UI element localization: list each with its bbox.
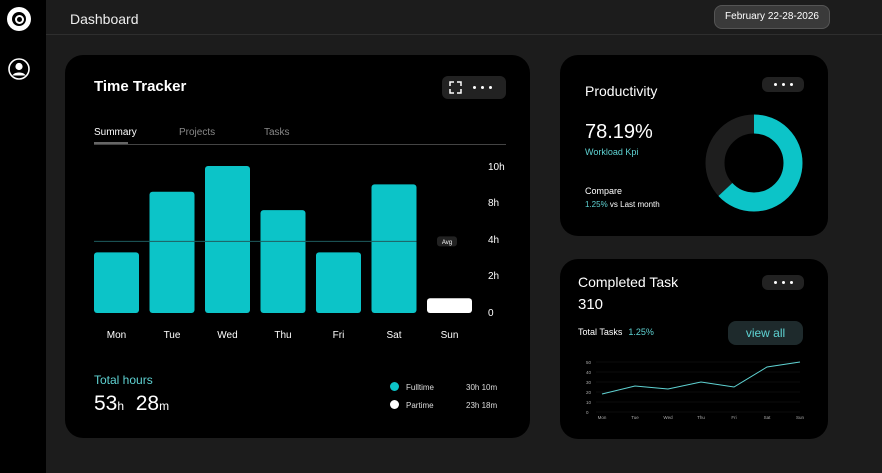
bar[interactable] xyxy=(205,166,250,313)
x-tick-label: Mon xyxy=(107,330,126,341)
total-hours-m: 28 xyxy=(135,392,160,415)
total-tasks-line: Total Tasks 1.25% xyxy=(578,327,654,337)
view-all-button[interactable]: view all xyxy=(728,321,803,345)
line-y-tick: 20 xyxy=(586,390,592,395)
completed-task-title: Completed Task xyxy=(578,274,679,290)
bar[interactable] xyxy=(149,191,195,313)
date-range-button[interactable]: February 22-28-2026 xyxy=(714,5,830,29)
y-tick-label: 0 xyxy=(488,308,494,319)
line-y-tick: 0 xyxy=(586,410,589,415)
y-tick-label: 4h xyxy=(488,235,499,246)
time-bar-chart: 10h 8h 4h 2h 0 Mon Tue Wed Thu Fri Sat Sun Avg xyxy=(94,162,505,341)
y-tick-label: 2h xyxy=(488,271,499,282)
bar[interactable] xyxy=(371,184,417,313)
top-bar: Dashboard February 22-28-2026 xyxy=(46,0,882,35)
line-x-tick: Thu xyxy=(697,415,705,420)
compare-suffix: vs Last month xyxy=(607,200,660,209)
productivity-title: Productivity xyxy=(585,83,658,99)
total-hours-label: Total hours xyxy=(94,373,153,387)
y-tick-label: 8h xyxy=(488,198,499,209)
compare-label: Compare xyxy=(585,186,623,196)
x-tick-label: Tue xyxy=(164,330,181,341)
line-y-tick: 50 xyxy=(586,360,592,365)
bar[interactable] xyxy=(94,252,139,313)
line-x-tick: Sat xyxy=(764,415,772,420)
productivity-donut-chart xyxy=(705,114,803,212)
line-x-tick: Wed xyxy=(663,415,673,420)
more-options-icon[interactable] xyxy=(762,77,804,92)
total-hours-m-unit: m xyxy=(159,399,170,413)
average-label: Avg xyxy=(442,240,452,246)
total-hours-value: 53h 28m xyxy=(94,392,169,416)
total-tasks-change: 1.25% xyxy=(628,327,654,337)
line-y-tick: 10 xyxy=(586,400,592,405)
completed-task-line xyxy=(601,361,801,395)
sidebar xyxy=(0,0,46,473)
legend-label-fulltime: Fulltime xyxy=(406,383,435,392)
line-y-tick: 40 xyxy=(586,370,592,375)
x-tick-label: Thu xyxy=(274,330,291,341)
line-x-tick: Mon xyxy=(598,415,607,420)
completed-task-card: Completed Task 310 Total Tasks 1.25% view… xyxy=(560,259,828,439)
line-y-tick: 30 xyxy=(586,380,592,385)
legend-dot-fulltime xyxy=(390,382,399,391)
total-tasks-label: Total Tasks xyxy=(578,327,623,337)
productivity-percent: 78.19% xyxy=(585,121,653,143)
bar[interactable] xyxy=(260,210,306,313)
bar[interactable] xyxy=(427,298,472,313)
user-icon[interactable] xyxy=(8,58,30,80)
time-tracker-card: Time Tracker Summary Projects Tasks 10h 8… xyxy=(65,55,530,438)
legend-dot-partime xyxy=(390,400,399,409)
x-tick-label: Sun xyxy=(441,330,459,341)
line-x-tick: Tue xyxy=(631,415,639,420)
x-tick-label: Wed xyxy=(217,330,237,341)
page-title: Dashboard xyxy=(70,11,139,27)
legend-label-partime: Partime xyxy=(406,401,434,410)
legend-value-fulltime: 30h 10m xyxy=(466,383,498,392)
legend-value-partime: 23h 18m xyxy=(466,401,498,410)
more-options-icon[interactable] xyxy=(762,275,804,290)
total-hours-h-unit: h xyxy=(117,399,125,413)
y-tick-label: 10h xyxy=(488,162,505,173)
line-x-tick: Sun xyxy=(796,415,805,420)
completed-task-line-chart: 50 40 30 20 10 0 Mon Tue Wed Thu Fri Sat Sun xyxy=(586,360,805,420)
x-tick-label: Fri xyxy=(333,330,345,341)
app-logo[interactable] xyxy=(7,7,31,31)
workload-kpi-label: Workload Kpi xyxy=(585,147,639,157)
compare-line: 1.25% vs Last month xyxy=(585,200,660,209)
bar[interactable] xyxy=(316,252,361,313)
compare-value: 1.25% xyxy=(585,200,608,209)
x-tick-label: Sat xyxy=(386,330,401,341)
completed-task-count: 310 xyxy=(578,296,604,313)
productivity-card: Productivity 78.19% Workload Kpi Compare… xyxy=(560,55,828,236)
total-hours-h: 53 xyxy=(94,392,118,415)
line-x-tick: Fri xyxy=(731,415,736,420)
